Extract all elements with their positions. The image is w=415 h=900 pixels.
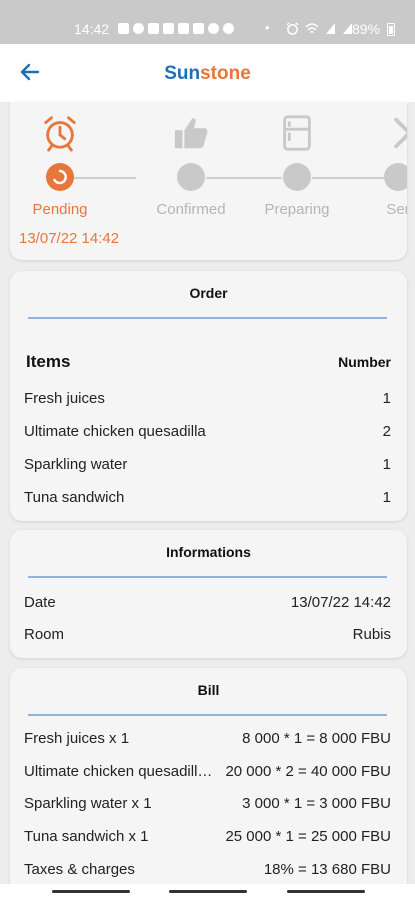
bill-amount: 3 000 * 1 = 3 000 FBU <box>242 795 391 812</box>
item-name: Fresh juices <box>24 390 105 407</box>
step-label: Preparing <box>264 201 330 218</box>
nav-back[interactable] <box>287 890 365 893</box>
card-title: Order <box>189 285 228 301</box>
bill-row: Sparkling water x 1 3 000 * 1 = 3 000 FB… <box>24 795 391 815</box>
brand-part1: Sun <box>164 63 201 84</box>
item-qty: 1 <box>382 489 391 506</box>
bill-item: Tuna sandwich x 1 <box>24 828 149 845</box>
bill-row: Tuna sandwich x 1 25 000 * 1 = 25 000 FB… <box>24 828 391 848</box>
item-qty: 1 <box>382 390 391 407</box>
bill-item: Taxes & charges <box>24 861 135 878</box>
alarm-clock-icon <box>44 116 76 152</box>
step-indicator <box>283 163 311 191</box>
item-qty: 2 <box>382 423 391 440</box>
informations-card: Informations Date 13/07/22 14:42 Room Ru… <box>10 530 407 658</box>
battery-percent: 89% <box>352 21 381 37</box>
item-name: Sparkling water <box>24 456 128 473</box>
bill-amount: 8 000 * 1 = 8 000 FBU <box>242 730 391 747</box>
order-item-row: Tuna sandwich 1 <box>24 489 391 509</box>
bill-amount: 18% = 13 680 FBU <box>263 861 391 878</box>
order-status-tracker: Pending Confirmed Preparing Ser 13/07/22… <box>10 102 407 260</box>
status-bar: 14:42 • 89% <box>0 0 415 44</box>
step-label: Confirmed <box>156 201 226 218</box>
step-label: Pending <box>32 201 88 218</box>
wifi-icon <box>305 23 319 34</box>
number-header: Number <box>338 354 391 370</box>
info-label: Room <box>24 626 65 643</box>
status-dot: • <box>265 20 270 35</box>
system-nav-bar <box>0 884 415 900</box>
thumbs-up-icon <box>174 118 208 149</box>
info-value: 13/07/22 14:42 <box>290 594 391 611</box>
order-item-row: Sparkling water 1 <box>24 456 391 476</box>
step-preparing: Preparing <box>247 102 347 232</box>
bill-amount: 25 000 * 1 = 25 000 FBU <box>225 828 391 845</box>
app-logo: Sunstone <box>0 63 415 85</box>
nav-recents[interactable] <box>52 890 130 893</box>
item-qty: 1 <box>382 456 391 473</box>
youtube-icon <box>178 23 189 34</box>
nav-home[interactable] <box>169 890 247 893</box>
step-confirmed: Confirmed <box>141 102 241 232</box>
step-serving: Ser <box>348 102 407 232</box>
youtube-icon <box>148 23 159 34</box>
item-name: Tuna sandwich <box>24 489 125 506</box>
app-bar: Sunstone <box>0 44 415 102</box>
info-row-room: Room Rubis <box>24 626 391 646</box>
status-time: 14:42 <box>74 21 110 37</box>
item-name: Ultimate chicken quesadilla <box>24 423 206 440</box>
alarm-icon <box>286 22 299 35</box>
bill-card: Bill Fresh juices x 1 8 000 * 1 = 8 000 … <box>10 668 407 900</box>
card-title: Informations <box>166 544 251 560</box>
bill-amount: 20 000 * 2 = 40 000 FBU <box>225 763 391 780</box>
system-icons <box>286 22 353 35</box>
step-indicator <box>177 163 205 191</box>
youtube-icon <box>193 23 204 34</box>
youtube-icon <box>163 23 174 34</box>
signal-icon <box>326 23 335 34</box>
chat-icon <box>118 23 129 34</box>
info-value: Rubis <box>352 626 391 643</box>
bill-item: Fresh juices x 1 <box>24 730 130 747</box>
step-indicator <box>46 163 74 191</box>
status-date: 13/07/22 14:42 <box>19 230 120 247</box>
order-card: Order Items Number Fresh juices 1 Ultima… <box>10 271 407 521</box>
bill-row-taxes: Taxes & charges 18% = 13 680 FBU <box>24 861 391 881</box>
bill-item: Sparkling water x 1 <box>24 795 152 812</box>
bill-item: Ultimate chicken quesadill… <box>24 763 213 780</box>
whatsapp-icon <box>133 23 144 34</box>
step-pending: Pending <box>10 102 110 232</box>
step-label: Ser <box>386 201 407 218</box>
battery-icon <box>387 23 395 36</box>
items-header: Items <box>26 352 71 371</box>
notification-icons <box>118 23 234 34</box>
brand-part2: stone <box>200 63 251 84</box>
info-row-date: Date 13/07/22 14:42 <box>24 594 391 614</box>
order-item-row: Ultimate chicken quesadilla 2 <box>24 423 391 443</box>
order-item-row: Fresh juices 1 <box>24 390 391 410</box>
divider <box>28 317 387 319</box>
card-title: Bill <box>197 682 220 698</box>
divider <box>28 576 387 578</box>
info-label: Date <box>24 594 56 611</box>
instagram-icon <box>208 23 219 34</box>
fridge-icon <box>283 115 311 151</box>
bill-row: Fresh juices x 1 8 000 * 1 = 8 000 FBU <box>24 730 391 750</box>
bill-row: Ultimate chicken quesadill… 20 000 * 2 =… <box>24 763 391 783</box>
step-indicator <box>384 163 407 191</box>
chevron-right-icon <box>394 117 407 149</box>
divider <box>28 714 387 716</box>
instagram-icon <box>223 23 234 34</box>
